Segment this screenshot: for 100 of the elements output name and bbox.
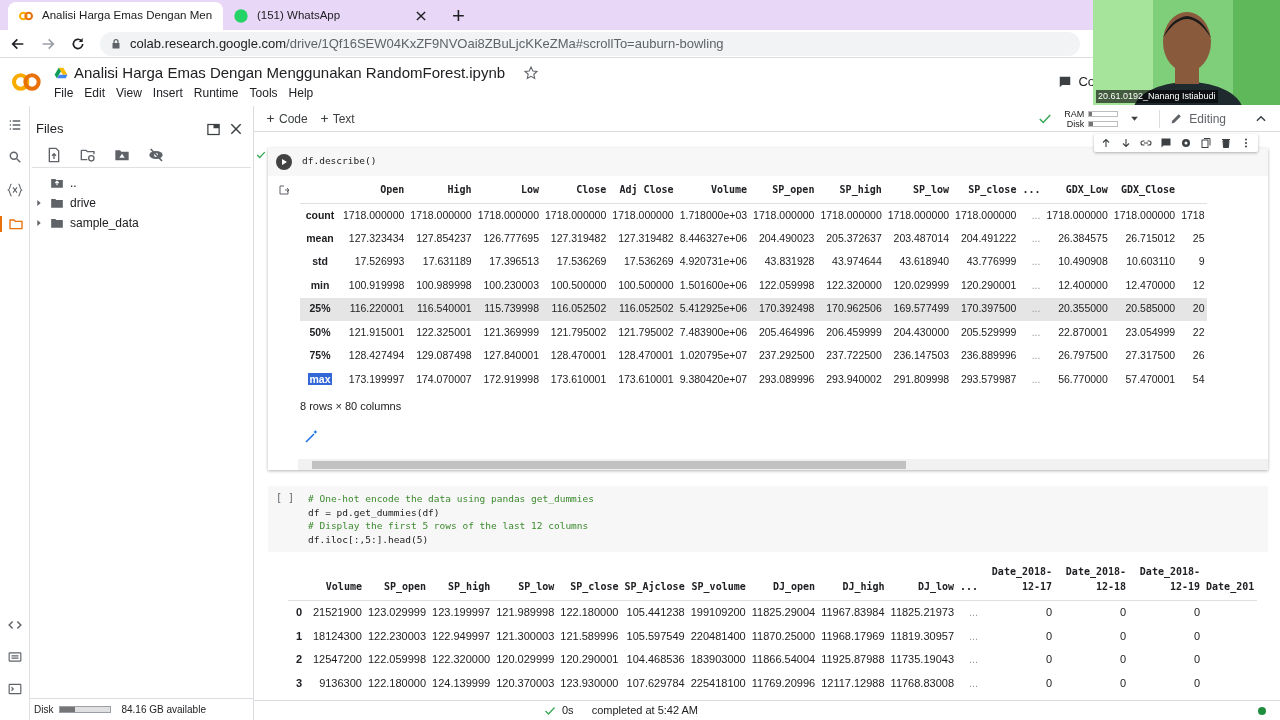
code-brackets-icon[interactable] xyxy=(7,618,22,632)
menu-item[interactable]: File xyxy=(54,84,74,103)
folder-icon xyxy=(50,216,64,230)
table-cell-text: 43.776999 xyxy=(965,254,1018,270)
table-cell-text: 293.089996 xyxy=(757,371,816,387)
reload-icon[interactable] xyxy=(70,35,86,52)
table-cell: 21521900 xyxy=(310,600,365,624)
lock-icon xyxy=(110,37,122,50)
table-cell-text: 120.290001 xyxy=(559,652,620,667)
table-cell: 100.989998 xyxy=(407,274,475,298)
column-header: Adj Close xyxy=(609,176,677,204)
table-cell-text: 0 xyxy=(1044,628,1054,644)
table-cell: 116.540001 xyxy=(407,297,475,321)
table-cell-text: 0 xyxy=(1044,675,1054,691)
menu-item[interactable]: Help xyxy=(288,84,314,103)
move-down-icon[interactable] xyxy=(1120,137,1132,149)
table-cell: 1718.000000 xyxy=(542,203,610,227)
table-cell-text: 11735.19043 xyxy=(889,652,955,667)
table-cell-text: 0 xyxy=(1118,652,1128,667)
file-tree-item[interactable]: .. xyxy=(70,174,77,192)
menu-item[interactable]: Runtime xyxy=(193,84,239,103)
settings-icon[interactable] xyxy=(1180,137,1192,149)
menu-item[interactable]: View xyxy=(116,84,142,103)
menu-item[interactable]: Tools xyxy=(249,84,278,103)
menu-icon[interactable] xyxy=(7,118,22,132)
open-in-window-icon[interactable] xyxy=(206,121,221,137)
variables-icon[interactable] xyxy=(6,182,23,198)
pencil-icon xyxy=(1170,112,1184,125)
close-icon[interactable] xyxy=(229,122,243,136)
upload-file-icon[interactable] xyxy=(46,146,62,163)
mode-button[interactable]: Editing xyxy=(1159,109,1226,128)
table-cell-text: 105.597549 xyxy=(625,628,686,644)
table-cell-text: 127.854237 xyxy=(415,230,473,246)
notebook-title[interactable]: Analisi Harga Emas Dengan Menggunakan RandomForest.ipynb xyxy=(74,61,506,85)
table-cell: 122.059998 xyxy=(750,274,818,298)
table-cell: 1718.000000 xyxy=(750,203,818,227)
table-cell: 121.795002 xyxy=(609,321,677,345)
table-cell: ... xyxy=(1019,297,1044,321)
move-up-icon[interactable] xyxy=(1100,137,1112,149)
table-cell: 1718.000000 xyxy=(609,203,677,227)
run-cell-button[interactable] xyxy=(276,154,292,170)
table-cell: 100.500000 xyxy=(542,274,610,298)
table-cell-text: ... xyxy=(1030,254,1042,270)
table-cell-text: 174.070007 xyxy=(415,371,473,387)
table-cell-text: 18124300 xyxy=(312,628,363,644)
menu-item[interactable]: Insert xyxy=(152,84,183,103)
table-cell: 169.577499 xyxy=(884,297,953,321)
close-icon[interactable] xyxy=(414,9,428,23)
column-header: GDX_Low xyxy=(1043,176,1111,204)
menu-item[interactable]: Edit xyxy=(84,84,106,103)
column-header: Date_2018-12-18 xyxy=(1055,558,1130,601)
url-text: colab.research.google.com/drive/1Qf16SEW04KxZF9NVOai8ZBuLjcKKeZMa#scrollTo=auburn-bowling xyxy=(130,34,724,53)
table-cell: 12.470000 xyxy=(1110,274,1179,298)
table-cell-text: 203.487014 xyxy=(892,230,951,246)
table-cell-text: 0 xyxy=(1192,628,1202,644)
table-cell-text: 4.920731e+06 xyxy=(678,254,749,270)
table-cell: 120.290001 xyxy=(952,274,1020,298)
delete-icon[interactable] xyxy=(1220,137,1232,149)
table-cell-text: ... xyxy=(1030,371,1042,387)
add-cell-button[interactable]: Text xyxy=(319,109,355,128)
file-tree-item[interactable]: sample_data xyxy=(70,214,139,232)
link-icon[interactable] xyxy=(1140,137,1152,149)
table-cell: ... xyxy=(957,600,982,624)
table-cell: 12.400000 xyxy=(1043,274,1111,298)
table-cell: 122.320000 xyxy=(817,274,885,298)
star-icon[interactable] xyxy=(523,65,540,81)
table-cell-text: 120.370003 xyxy=(495,675,556,691)
terminal-icon[interactable] xyxy=(7,682,22,696)
add-cell-button[interactable]: Code xyxy=(266,109,308,128)
column-header: DJ_high xyxy=(818,558,888,601)
dropdown-caret-icon[interactable] xyxy=(1130,114,1140,123)
browser-tab[interactable]: (151) WhatsApp xyxy=(223,2,438,30)
table-cell-text: 54 xyxy=(1191,371,1206,387)
column-header: SP_close xyxy=(952,176,1020,204)
table-cell: 1718.000000 xyxy=(340,203,408,227)
search-icon[interactable] xyxy=(7,150,22,164)
browser-tab[interactable]: Analisi Harga Emas Dengan Men xyxy=(8,2,223,30)
hidden-eye-icon[interactable] xyxy=(148,146,164,163)
address-bar[interactable]: colab.research.google.com/drive/1Qf16SEW04KxZF9NVOai8ZBuLjcKKeZMa#scrollTo=auburn-bowling xyxy=(100,31,1080,56)
keyboard-icon[interactable] xyxy=(7,650,22,664)
table-cell-text: 9136300 xyxy=(318,675,363,691)
table-cell-text: 173.610001 xyxy=(549,371,608,387)
table-cell-text: 25 xyxy=(1191,230,1206,246)
table-cell: 1718 xyxy=(1178,203,1208,227)
horizontal-scrollbar[interactable] xyxy=(298,459,1268,470)
table-cell-text: 11768.83008 xyxy=(889,675,955,691)
table-cell-text: 128.470001 xyxy=(617,348,675,364)
table-cell: 121.915001 xyxy=(340,321,408,345)
new-tab-button[interactable]: + xyxy=(438,2,479,30)
table-cell: 120.029999 xyxy=(884,274,953,298)
table-cell-text: 26.384575 xyxy=(1057,230,1109,246)
table-cell-text: 8.446327e+06 xyxy=(678,230,749,246)
copy-icon[interactable] xyxy=(1200,137,1212,149)
table-cell-text: 129.087498 xyxy=(415,348,473,364)
table-cell: 5.412925e+06 xyxy=(676,297,751,321)
comment-icon[interactable] xyxy=(1058,75,1073,89)
folder-icon[interactable] xyxy=(7,216,24,232)
table-cell: 1718.000000 xyxy=(817,203,885,227)
column-header: Date_2018-12-17 xyxy=(981,558,1056,601)
file-tree-item[interactable]: drive xyxy=(70,194,96,212)
